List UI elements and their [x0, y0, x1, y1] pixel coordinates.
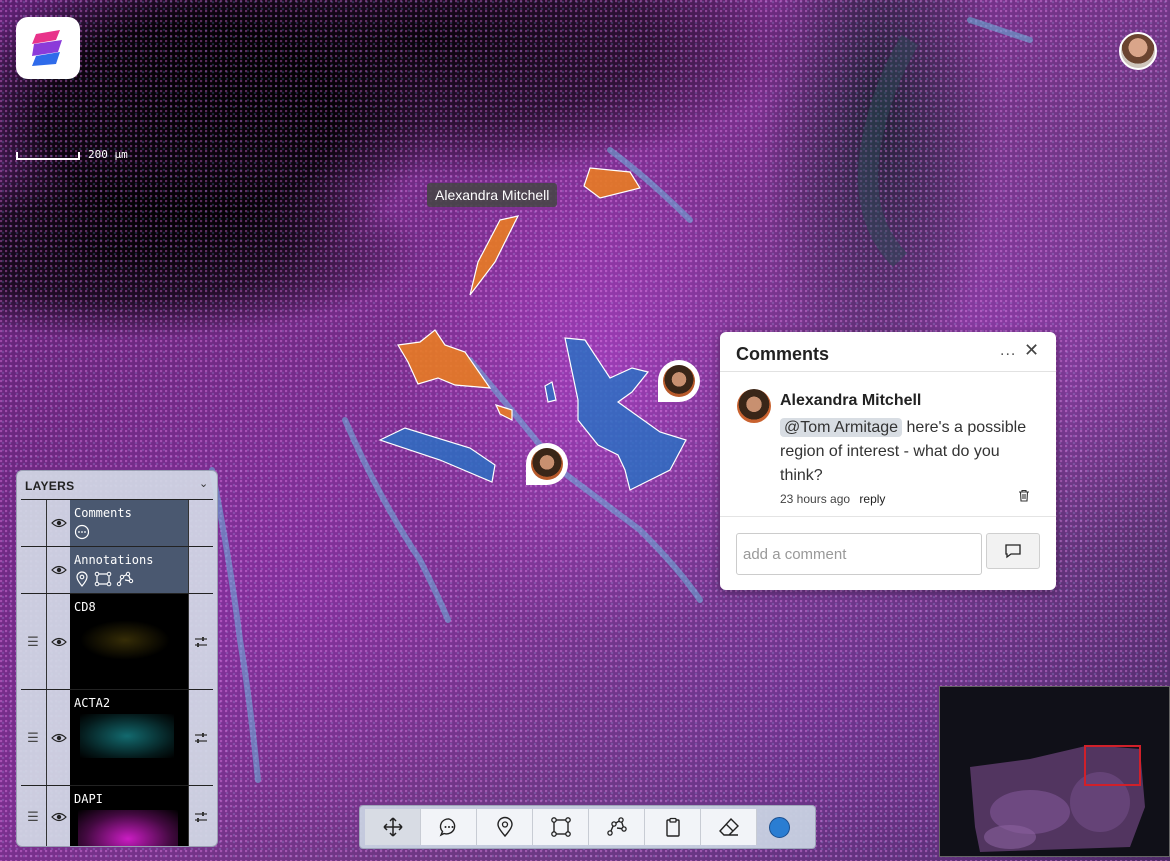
dapi-thumbnail [78, 810, 178, 846]
send-comment-button[interactable] [986, 533, 1040, 569]
drag-handle-icon[interactable]: ☰ [21, 786, 45, 846]
minimap-viewport-indicator[interactable] [1084, 745, 1141, 786]
reply-link[interactable]: reply [859, 492, 885, 506]
comment-pin-avatar [663, 365, 695, 397]
sliders-icon[interactable] [188, 594, 213, 689]
layer-settings-empty [188, 547, 213, 593]
trash-icon[interactable] [1018, 489, 1030, 502]
comment-icon [439, 818, 455, 837]
layer-name: CD8 [74, 600, 96, 614]
layer-drag-handle-empty [21, 547, 45, 593]
layer-drag-handle-empty [21, 500, 45, 546]
eye-icon[interactable] [46, 786, 70, 846]
layer-acta2[interactable]: ☰ ACTA2 [21, 689, 213, 785]
annotation-blue-3 [544, 381, 557, 403]
comment-author-avatar [737, 389, 771, 423]
layer-comments[interactable]: Comments [21, 499, 213, 546]
drag-handle-icon[interactable]: ☰ [21, 690, 45, 785]
eye-icon[interactable] [46, 500, 70, 546]
divider [720, 516, 1056, 517]
layer-name: Annotations [74, 553, 154, 567]
comment-meta: 23 hours ago reply [780, 492, 885, 506]
layer-body: Annotations [70, 547, 188, 593]
send-comment-icon [1005, 544, 1021, 559]
layers-title: LAYERS [25, 479, 75, 493]
comments-panel-title: Comments [736, 344, 830, 364]
sliders-icon[interactable] [188, 690, 213, 785]
annotation-orange-2 [469, 215, 520, 296]
layer-dapi[interactable]: ☰ DAPI [21, 785, 213, 846]
layer-name: DAPI [74, 792, 103, 806]
comment-pin[interactable] [526, 443, 568, 485]
polygon-tool-button[interactable] [533, 809, 589, 845]
user-avatar[interactable] [1119, 32, 1157, 70]
polyline-icon [606, 817, 627, 836]
layer-body: Comments [70, 500, 188, 546]
minimap[interactable] [939, 686, 1170, 857]
scale-bar-label: 200 µm [88, 148, 128, 161]
comment-tool-button[interactable] [421, 809, 477, 845]
logo-icon [32, 30, 62, 66]
layer-name: Comments [74, 506, 132, 520]
layer-settings-empty [188, 500, 213, 546]
annotation-blue-2 [564, 337, 687, 491]
layers-panel: LAYERS ⌄ Comments Annotations ☰ CD8 ☰ AC… [16, 470, 218, 847]
sliders-icon[interactable] [188, 786, 213, 846]
comment-author: Alexandra Mitchell [780, 392, 922, 409]
app-logo[interactable] [16, 17, 80, 79]
layer-thumbnail: ACTA2 [70, 690, 188, 785]
scale-bar-line [16, 151, 80, 160]
more-options-icon[interactable]: ... [1000, 342, 1016, 360]
close-icon[interactable]: ✕ [1024, 340, 1039, 361]
comment-pin-avatar [531, 448, 563, 480]
layer-thumbnail: DAPI [70, 786, 188, 846]
comments-panel: Comments ... ✕ Alexandra Mitchell @Tom A… [720, 332, 1056, 590]
layer-cd8[interactable]: ☰ CD8 [21, 593, 213, 689]
polygon-icon [550, 817, 571, 837]
comment-timestamp: 23 hours ago [780, 492, 851, 506]
eye-icon[interactable] [46, 594, 70, 689]
comment-icon [74, 524, 90, 540]
layers-header: LAYERS ⌄ [17, 471, 217, 499]
acta2-thumbnail [80, 714, 174, 758]
eraser-tool-button[interactable] [701, 809, 757, 845]
comments-panel-header: Comments ... ✕ [720, 332, 1056, 372]
scale-bar: 200 µm [16, 148, 128, 161]
annotation-author-tooltip: Alexandra Mitchell [427, 183, 558, 207]
move-icon [382, 817, 403, 837]
eraser-icon [718, 817, 739, 836]
pin-icon [496, 816, 513, 838]
annotation-orange-3 [397, 329, 492, 389]
eye-icon[interactable] [46, 690, 70, 785]
pin-tool-button[interactable] [477, 809, 533, 845]
clipboard-tool-button[interactable] [645, 809, 701, 845]
eye-icon[interactable] [46, 547, 70, 593]
add-comment-input[interactable] [736, 533, 982, 575]
annotation-toolbar [359, 805, 816, 849]
annotation-color-picker[interactable] [769, 816, 790, 838]
polygon-icon [94, 571, 112, 587]
polyline-tool-button[interactable] [589, 809, 645, 845]
clipboard-icon [665, 817, 680, 837]
pin-icon [76, 571, 88, 587]
layer-thumbnail: CD8 [70, 594, 188, 689]
move-tool-button[interactable] [365, 809, 421, 845]
comment-mention[interactable]: @Tom Armitage [780, 418, 903, 437]
comment-text: @Tom Armitage here's a possible region o… [780, 416, 1042, 488]
drag-handle-icon[interactable]: ☰ [21, 594, 45, 689]
cd8-thumbnail [80, 620, 170, 660]
chevron-down-icon[interactable]: ⌄ [199, 477, 208, 490]
layer-annotations[interactable]: Annotations [21, 546, 213, 593]
annotation-orange-1 [583, 167, 641, 199]
layer-name: ACTA2 [74, 696, 111, 710]
polyline-icon [116, 571, 134, 587]
annotation-blue-1 [378, 427, 496, 483]
comment-pin[interactable] [658, 360, 700, 402]
